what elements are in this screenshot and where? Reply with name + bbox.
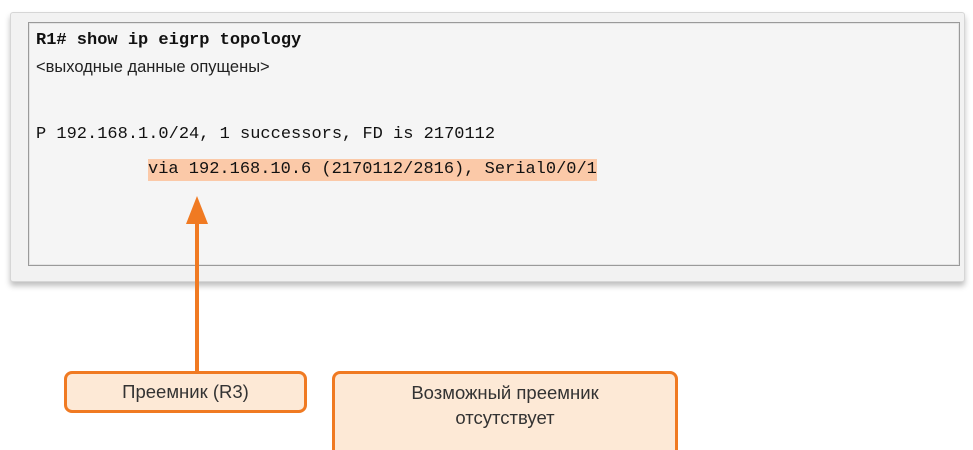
successor-arrow-head: [186, 196, 208, 224]
successor-callout-label: Преемник (R3): [122, 381, 249, 402]
feasible-successor-label-line2: отсутствует: [455, 407, 555, 428]
successor-callout: Преемник (R3): [64, 371, 307, 413]
diagram-stage: R1# show ip eigrp topology <выходные дан…: [0, 0, 973, 450]
feasible-successor-callout: Возможный преемник отсутствует: [332, 371, 678, 450]
feasible-successor-label-line1: Возможный преемник: [411, 382, 599, 403]
